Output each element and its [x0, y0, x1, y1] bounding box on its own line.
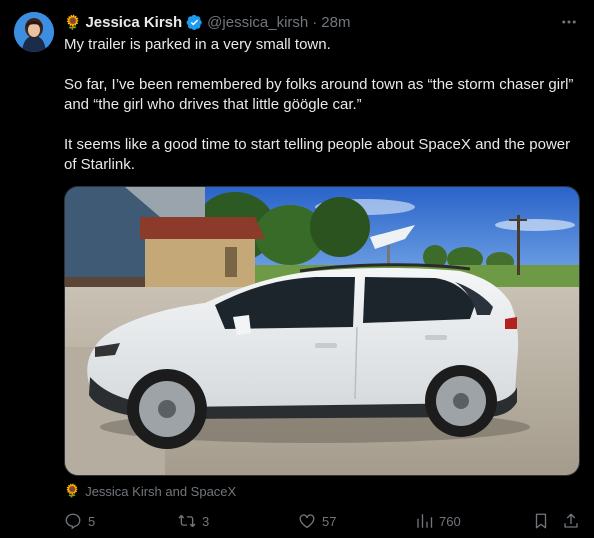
repost-count: 3: [202, 513, 210, 529]
tweet-paragraph: So far, I’ve been remembered by folks ar…: [64, 76, 574, 113]
bookmark-icon: [535, 513, 547, 529]
bookmark-button[interactable]: [532, 510, 550, 532]
reply-button[interactable]: 5: [64, 510, 95, 532]
sunflower-emoji: 🌻: [64, 483, 81, 498]
tweet-paragraph: It seems like a good time to start telli…: [64, 136, 571, 173]
like-count: 57: [322, 513, 337, 529]
tweet-photo[interactable]: [64, 186, 580, 476]
share-icon: [564, 513, 578, 528]
share-button[interactable]: [562, 510, 580, 532]
separator-dot: ·: [312, 13, 318, 31]
tweet-header: 🌻 Jessica Kirsh @jessica_kirsh · 28m: [64, 12, 350, 32]
sunflower-emoji: 🌻: [64, 14, 82, 30]
action-bar: 5 3 57 760: [64, 510, 582, 532]
view-count: 760: [439, 513, 461, 529]
like-button[interactable]: 57: [298, 510, 336, 532]
views-button[interactable]: 760: [415, 510, 461, 532]
author-handle[interactable]: @jessica_kirsh: [207, 14, 308, 31]
tweet-text: My trailer is parked in a very small tow…: [64, 35, 584, 175]
views-chart-icon: [417, 514, 433, 528]
repost-button[interactable]: 3: [178, 510, 209, 532]
heart-icon: [299, 514, 315, 529]
media-tags-text[interactable]: Jessica Kirsh and SpaceX: [85, 484, 236, 499]
verified-badge-icon: [186, 14, 203, 31]
avatar[interactable]: [14, 12, 54, 52]
car-photo-image: [65, 187, 579, 475]
reply-count: 5: [88, 513, 96, 529]
more-horizontal-icon[interactable]: [558, 12, 580, 32]
tweet[interactable]: 🌻 Jessica Kirsh @jessica_kirsh · 28m My …: [0, 0, 594, 538]
media-tags[interactable]: 🌻 Jessica Kirsh and SpaceX: [64, 482, 236, 500]
reply-icon: [65, 513, 81, 530]
timestamp[interactable]: 28m: [321, 14, 350, 31]
tweet-paragraph: My trailer is parked in a very small tow…: [64, 36, 331, 53]
author-display-name[interactable]: Jessica Kirsh: [85, 14, 182, 31]
repost-icon: [178, 514, 196, 528]
